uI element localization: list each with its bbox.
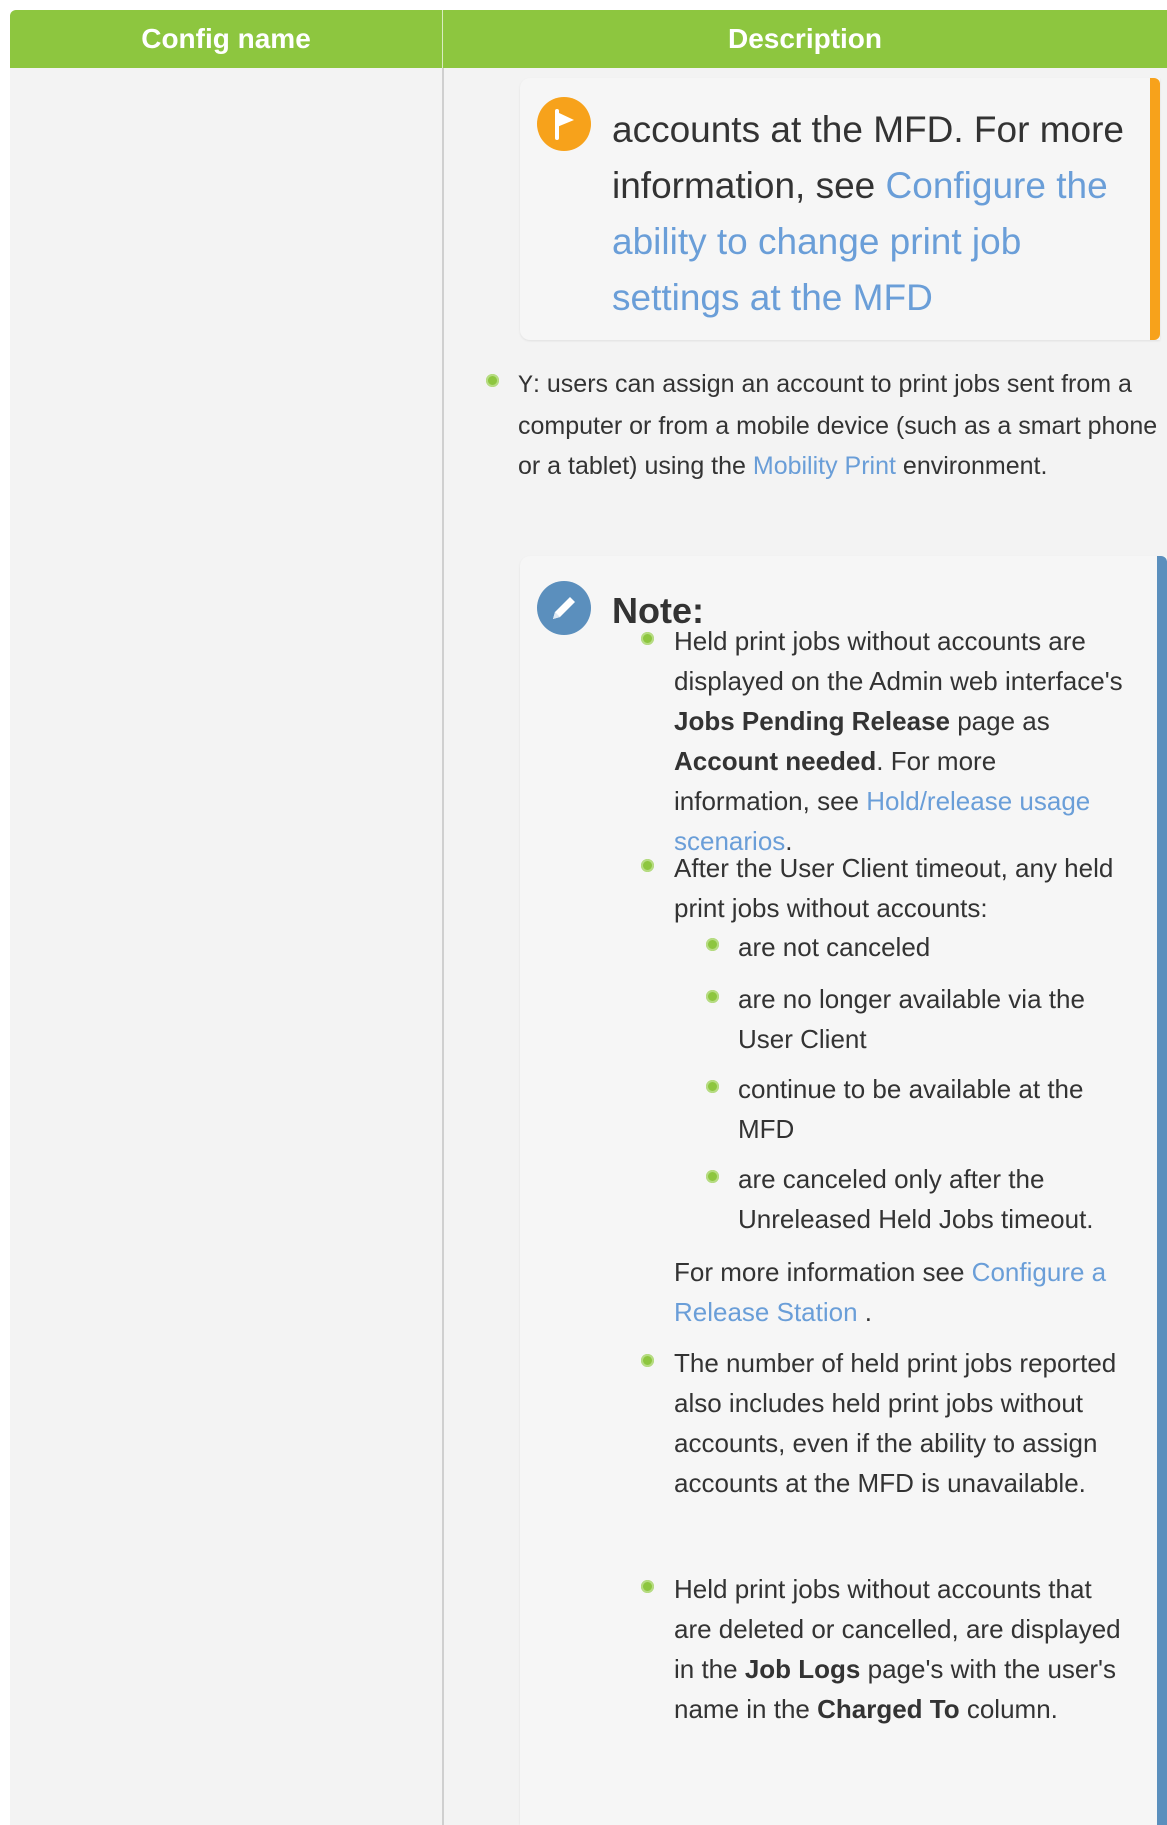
note-more-info: For more information see Configure a Rel… [674, 1252, 1134, 1332]
note-subitem-3: continue to be available at the MFD [738, 1074, 1084, 1144]
y-option-text: Y: users can assign an account to print … [518, 364, 1158, 486]
y-text-after: environment. [895, 452, 1048, 480]
note-item-4: Held print jobs without accounts that ar… [674, 1569, 1134, 1729]
bullet-icon [706, 1170, 719, 1183]
note-item-1-text: Held print jobs without accounts are dis… [674, 626, 1123, 696]
mobility-print-link[interactable]: Mobility Print [753, 452, 896, 480]
more-info-text: For more information see [674, 1257, 972, 1287]
bullet-icon [706, 1080, 719, 1093]
job-logs-label: Job Logs [744, 1654, 861, 1684]
note-subitem-4: are canceled only after the Unreleased H… [738, 1164, 1094, 1234]
note-item-2: After the User Client timeout, any held … [674, 853, 1114, 923]
bullet-icon [486, 374, 499, 387]
note-callout: Note: Held print jobs without accounts a… [520, 556, 1167, 1825]
bullet-icon [641, 859, 654, 872]
more-info-end: . [857, 1297, 873, 1327]
header-description: Description [727, 23, 883, 54]
flag-icon [537, 97, 591, 151]
bullet-icon [641, 632, 654, 645]
tip-accent-bar [1150, 78, 1160, 340]
note-subitem-2: are no longer available via the User Cli… [738, 984, 1085, 1054]
note-item-1: Held print jobs without accounts are dis… [674, 621, 1134, 861]
account-needed-label: Account needed [674, 746, 877, 776]
tip-callout: accounts at the MFD. For more informatio… [520, 78, 1160, 340]
table-header: Config name Description [10, 10, 1167, 68]
note-accent-bar [1157, 556, 1167, 1825]
pencil-icon [537, 581, 591, 635]
bullet-icon [706, 990, 719, 1003]
note-item-3: The number of held print jobs reported a… [674, 1348, 1117, 1498]
jobs-pending-release-label: Jobs Pending Release [674, 706, 950, 736]
y-code: Y [518, 371, 534, 400]
bullet-icon [641, 1580, 654, 1593]
charged-to-label: Charged To [817, 1694, 960, 1724]
tip-text: accounts at the MFD. For more informatio… [612, 102, 1152, 326]
note-item-4-end: column. [959, 1694, 1058, 1724]
bullet-icon [641, 1354, 654, 1367]
note-subitem-1: are not canceled [738, 932, 931, 962]
config-name-cell [10, 68, 442, 1825]
note-item-1-text-2: page as [949, 706, 1050, 736]
header-config-name: Config name [141, 23, 311, 54]
bullet-icon [706, 938, 719, 951]
